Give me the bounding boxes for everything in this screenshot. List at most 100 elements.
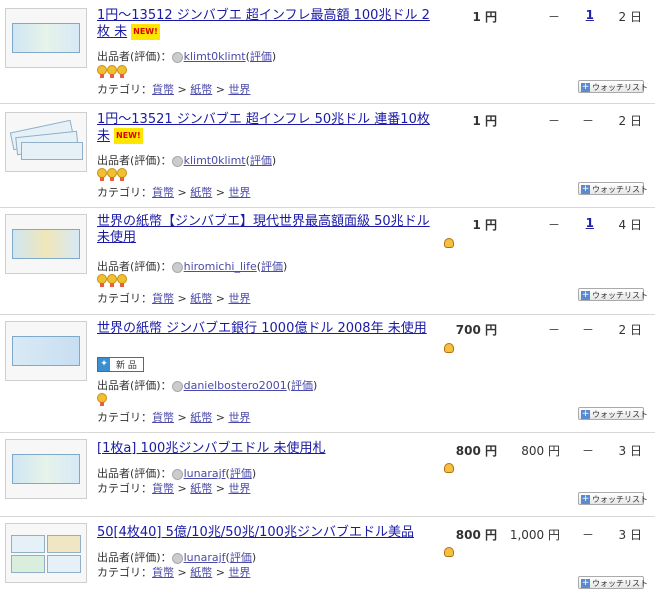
plus-icon: + bbox=[581, 578, 590, 588]
rating-link[interactable]: 評価 bbox=[250, 154, 272, 167]
item-thumbnail[interactable] bbox=[5, 112, 87, 172]
seller-link[interactable]: hiromichi_life bbox=[184, 260, 257, 273]
add-watchlist-button[interactable]: + ウォッチリスト bbox=[578, 576, 648, 589]
watch-label: ウォッチリスト bbox=[592, 185, 648, 194]
banknote-image bbox=[9, 119, 83, 162]
seller-link[interactable]: klimt0klimt bbox=[184, 154, 246, 167]
category-link[interactable]: 貨幣 bbox=[152, 566, 174, 579]
medal-icon bbox=[117, 274, 127, 287]
time-left: 4 日 bbox=[618, 218, 642, 232]
category-link[interactable]: 世界 bbox=[228, 566, 250, 579]
time-left: 3 日 bbox=[618, 528, 642, 542]
seller-prefix: 出品者(評価)： bbox=[97, 154, 172, 167]
category-link[interactable]: 紙幣 bbox=[190, 186, 212, 199]
bid-count-link[interactable]: 1 bbox=[586, 216, 594, 230]
category-breadcrumb: カテゴリ：貨幣 > 紙幣 > 世界 bbox=[97, 409, 250, 425]
current-price: 700 円 bbox=[455, 323, 497, 337]
new-badge: NEW! bbox=[114, 128, 143, 144]
item-title-text[interactable]: [1枚a] 100兆ジンバブエドル 未使用札 bbox=[97, 441, 325, 456]
new-product-icon: ✦ bbox=[98, 358, 110, 371]
item-title-link[interactable]: 1円～13521 ジンバブエ 超インフレ 50兆ドル 連番10枚 未 NEW! bbox=[97, 112, 437, 145]
rating-link[interactable]: 評価 bbox=[230, 551, 252, 564]
category-link[interactable]: 世界 bbox=[228, 186, 250, 199]
category-link[interactable]: 貨幣 bbox=[152, 292, 174, 305]
sep: > bbox=[174, 83, 191, 96]
listing-row: 世界の紙幣【ジンバブエ】現代世界最高額面級 50兆ドル 未使用 出品者(評価)：… bbox=[0, 208, 655, 315]
item-title-link[interactable]: 世界の紙幣 ジンバブエ銀行 1000億ドル 2008年 未使用 bbox=[97, 321, 437, 337]
category-link[interactable]: 紙幣 bbox=[190, 83, 212, 96]
banknote-image bbox=[12, 454, 80, 484]
bid-count[interactable]: 1 bbox=[574, 216, 594, 230]
seller-icon bbox=[171, 261, 183, 273]
buynow-price: 1,000 円 bbox=[509, 528, 560, 542]
add-watchlist-button[interactable]: + ウォッチリスト bbox=[578, 182, 648, 195]
category-link[interactable]: 世界 bbox=[228, 83, 250, 96]
rating-medals bbox=[97, 65, 127, 78]
add-watchlist-button[interactable]: + ウォッチリスト bbox=[578, 407, 648, 420]
seller-icon bbox=[171, 380, 183, 392]
seller-prefix: 出品者(評価)： bbox=[97, 551, 172, 564]
bid-count: － bbox=[581, 114, 594, 128]
medal-icon bbox=[107, 274, 117, 287]
item-title-link[interactable]: 1円～13512 ジンバブエ 超インフレ最高額 100兆ドル 2枚 未 NEW! bbox=[97, 8, 437, 41]
medal-icon bbox=[107, 168, 117, 181]
item-title-text[interactable]: 世界の紙幣【ジンバブエ】現代世界最高額面級 50兆ドル 未使用 bbox=[97, 214, 430, 245]
bid-count[interactable]: 1 bbox=[574, 8, 594, 22]
item-title-text[interactable]: 世界の紙幣 ジンバブエ銀行 1000億ドル 2008年 未使用 bbox=[97, 321, 427, 336]
category-link[interactable]: 紙幣 bbox=[190, 411, 212, 424]
category-link[interactable]: 世界 bbox=[228, 292, 250, 305]
seller-line: 出品者(評価)： klimt0klimt(評価) bbox=[97, 50, 277, 63]
current-price: 800 円 bbox=[455, 444, 497, 458]
category-link[interactable]: 紙幣 bbox=[190, 566, 212, 579]
medal-icon bbox=[117, 65, 127, 78]
category-link[interactable]: 世界 bbox=[228, 482, 250, 495]
watch-label: ウォッチリスト bbox=[592, 579, 648, 588]
rating-link[interactable]: 評価 bbox=[250, 50, 272, 63]
item-thumbnail[interactable] bbox=[5, 214, 87, 274]
medal-icon bbox=[97, 65, 107, 78]
item-title-text[interactable]: 1円～13521 ジンバブエ 超インフレ 50兆ドル 連番10枚 未 bbox=[97, 112, 430, 144]
rating-link[interactable]: 評価 bbox=[230, 467, 252, 480]
plus-icon: + bbox=[581, 184, 590, 194]
category-link[interactable]: 紙幣 bbox=[190, 482, 212, 495]
bid-count-link[interactable]: 1 bbox=[586, 8, 594, 22]
item-thumbnail[interactable] bbox=[5, 8, 87, 68]
add-watchlist-button[interactable]: + ウォッチリスト bbox=[578, 80, 648, 93]
seller-link[interactable]: lunarajf bbox=[184, 551, 226, 564]
item-title-link[interactable]: 世界の紙幣【ジンバブエ】現代世界最高額面級 50兆ドル 未使用 bbox=[97, 214, 437, 246]
category-prefix: カテゴリ： bbox=[97, 186, 152, 199]
listing-row: [1枚a] 100兆ジンバブエドル 未使用札 出品者(評価)： lunarajf(… bbox=[0, 433, 655, 517]
time-left: 2 日 bbox=[618, 323, 642, 337]
category-breadcrumb: カテゴリ：貨幣 > 紙幣 > 世界 bbox=[97, 184, 250, 200]
hot-item-icon bbox=[444, 341, 456, 353]
item-thumbnail[interactable] bbox=[5, 439, 87, 499]
category-link[interactable]: 貨幣 bbox=[152, 482, 174, 495]
item-title-text[interactable]: 50[4枚40] 5億/10兆/50兆/100兆ジンバブエドル美品 bbox=[97, 525, 414, 540]
seller-prefix: 出品者(評価)： bbox=[97, 467, 172, 480]
sep: > bbox=[212, 411, 229, 424]
category-link[interactable]: 貨幣 bbox=[152, 411, 174, 424]
item-title-link[interactable]: 50[4枚40] 5億/10兆/50兆/100兆ジンバブエドル美品 bbox=[97, 525, 437, 541]
time-left: 2 日 bbox=[618, 10, 642, 24]
category-link[interactable]: 紙幣 bbox=[190, 292, 212, 305]
seller-link[interactable]: danielbostero2001 bbox=[184, 379, 287, 392]
category-link[interactable]: 世界 bbox=[228, 411, 250, 424]
item-title-link[interactable]: [1枚a] 100兆ジンバブエドル 未使用札 bbox=[97, 441, 437, 457]
category-prefix: カテゴリ： bbox=[97, 411, 152, 424]
seller-link[interactable]: klimt0klimt bbox=[184, 50, 246, 63]
rating-link[interactable]: 評価 bbox=[291, 379, 313, 392]
seller-link[interactable]: lunarajf bbox=[184, 467, 226, 480]
category-breadcrumb: カテゴリ：貨幣 > 紙幣 > 世界 bbox=[97, 564, 250, 580]
seller-icon bbox=[171, 468, 183, 480]
item-thumbnail[interactable] bbox=[5, 523, 87, 583]
seller-line: 出品者(評価)： hiromichi_life(評価) bbox=[97, 260, 288, 273]
category-link[interactable]: 貨幣 bbox=[152, 83, 174, 96]
sep: > bbox=[174, 566, 191, 579]
category-link[interactable]: 貨幣 bbox=[152, 186, 174, 199]
rating-link[interactable]: 評価 bbox=[261, 260, 283, 273]
add-watchlist-button[interactable]: + ウォッチリスト bbox=[578, 492, 648, 505]
listing-row: 世界の紙幣 ジンバブエ銀行 1000億ドル 2008年 未使用 ✦ 新 品 出品者… bbox=[0, 315, 655, 433]
add-watchlist-button[interactable]: + ウォッチリスト bbox=[578, 288, 648, 301]
buynow-price: － bbox=[547, 114, 560, 128]
item-thumbnail[interactable] bbox=[5, 321, 87, 381]
